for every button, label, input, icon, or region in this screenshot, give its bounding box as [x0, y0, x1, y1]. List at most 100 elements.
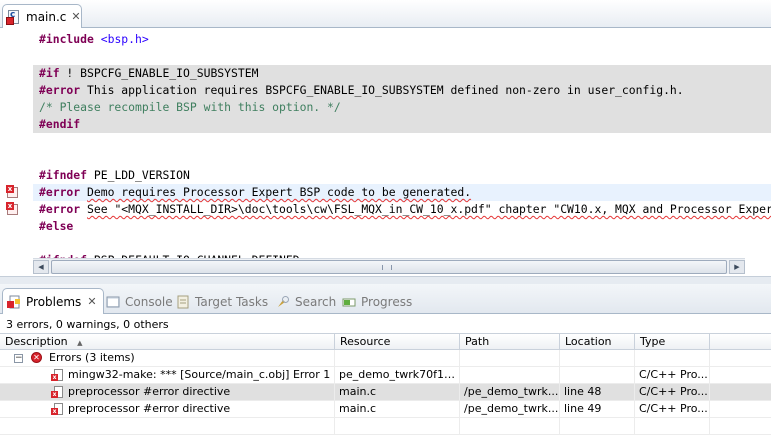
cell-location [560, 367, 635, 383]
table-row[interactable]: x preprocessor #error directive main.c/pe_… [0, 401, 771, 418]
problems-icon [7, 295, 21, 309]
empty-cell [0, 418, 335, 434]
cell-path: /pe_demo_twrk... [460, 401, 560, 417]
tab-target-tasks-label: Target Tasks [195, 295, 269, 309]
code-comment: /* Please recompile BSP with this option… [39, 100, 341, 114]
code-keyword: #error [39, 83, 81, 97]
cell-type: C/C++ Pro... [635, 384, 710, 400]
code-keyword: #error [39, 202, 81, 216]
code-area[interactable]: #include <bsp.h> #if ! BSPCFG_ENABLE_IO_S… [33, 29, 771, 259]
code-editor[interactable]: xx #include <bsp.h> #if ! BSPCFG_ENABLE_I… [0, 29, 771, 259]
tab-search-label: Search [295, 295, 337, 309]
error-icon: x [51, 369, 64, 382]
tab-target-tasks[interactable]: Target Tasks [176, 291, 268, 313]
code-keyword: #else [39, 219, 74, 233]
table-row[interactable]: x preprocessor #error directive main.c/pe_… [0, 384, 771, 401]
error-icon: x [51, 403, 64, 416]
empty-cell [460, 418, 560, 434]
tab-console[interactable]: Console [106, 291, 173, 313]
code-keyword: #error [39, 185, 81, 199]
error-icon: x [51, 386, 64, 399]
column-header-type[interactable]: Type [635, 334, 710, 350]
code-line[interactable] [33, 235, 771, 252]
empty-cell [635, 418, 710, 434]
code-line[interactable]: #if ! BSPCFG_ENABLE_IO_SUBSYSTEM [33, 65, 771, 82]
code-string: <bsp.h> [100, 32, 149, 46]
code-line[interactable]: #include <bsp.h> [33, 31, 771, 48]
column-header-filler [710, 334, 771, 350]
empty-cell [335, 418, 460, 434]
error-icon: ✕ [31, 352, 42, 363]
code-line[interactable]: #ifndef PE_LDD_VERSION [33, 167, 771, 184]
cell-description: preprocessor #error directive [64, 401, 335, 417]
editor-bottom-border [0, 276, 771, 284]
group-cell-resource [335, 350, 460, 366]
tree-group-errors[interactable]: − ✕ Errors (3 items) [0, 350, 771, 367]
code-line[interactable]: /* Please recompile BSP with this option… [33, 99, 771, 116]
cell-resource: pe_demo_twrk70f120m [335, 367, 460, 383]
code-text: Demo requires Processor Expert BSP code … [87, 185, 472, 199]
cell-path: /pe_demo_twrk... [460, 384, 560, 400]
editor-tab-main-c[interactable]: c main.c ✕ [2, 4, 82, 28]
empty-row [0, 418, 771, 435]
code-text: See "<MQX_INSTALL_DIR>\doc\tools\cw\FSL_… [87, 202, 771, 216]
cell-description: preprocessor #error directive [64, 384, 335, 400]
progress-icon [342, 295, 356, 309]
code-line[interactable] [33, 150, 771, 167]
scroll-right-arrow-icon[interactable]: ▶ [729, 260, 745, 274]
code-line[interactable] [33, 133, 771, 150]
code-line[interactable]: #error Demo requires Processor Expert BS… [33, 184, 771, 201]
scroll-left-arrow-icon[interactable]: ◀ [33, 260, 49, 274]
cell-location: line 48 [560, 384, 635, 400]
cell-path [460, 367, 560, 383]
scrollbar-thumb[interactable] [51, 260, 727, 274]
group-cell-location [560, 350, 635, 366]
sort-ascending-icon: ▲ [77, 339, 83, 347]
code-line[interactable]: #else [33, 218, 771, 235]
annotation-ruler[interactable]: xx [0, 29, 32, 259]
c-file-error-icon: c [6, 9, 22, 25]
group-cell-path [460, 350, 560, 366]
group-cell-type [635, 350, 710, 366]
error-marker-icon[interactable]: x [6, 202, 20, 216]
group-label: Errors (3 items) [45, 350, 335, 366]
problems-summary: 3 errors, 0 warnings, 0 others [6, 318, 169, 331]
error-marker-icon[interactable]: x [6, 185, 20, 199]
editor-tab-label: main.c [26, 9, 67, 24]
close-icon[interactable]: ✕ [71, 11, 80, 22]
tab-problems[interactable]: Problems ✕ [2, 288, 104, 314]
cell-resource: main.c [335, 401, 460, 417]
column-header-label: Description [5, 335, 68, 348]
column-header-location[interactable]: Location [560, 334, 635, 350]
column-header-description[interactable]: Description ▲ [0, 334, 335, 350]
tab-problems-label: Problems [26, 294, 82, 309]
code-line[interactable]: #endif [33, 116, 771, 133]
code-keyword: #endif [39, 117, 81, 131]
column-header-resource[interactable]: Resource [335, 334, 460, 350]
editor-horizontal-scrollbar[interactable]: ◀ ▶ [33, 258, 745, 274]
search-icon [276, 295, 290, 309]
code-line[interactable]: #error This application requires BSPCFG_… [33, 82, 771, 99]
collapse-icon[interactable]: − [14, 354, 23, 363]
code-keyword: #ifndef [39, 168, 88, 182]
code-line[interactable] [33, 48, 771, 65]
code-keyword: #include [39, 32, 94, 46]
tab-progress-label: Progress [361, 295, 413, 309]
editor-tab-strip: c main.c ✕ [0, 0, 771, 28]
table-header: Description ▲ Resource Path Location Typ… [0, 333, 771, 350]
tab-progress[interactable]: Progress [342, 291, 412, 313]
view-tab-strip: Problems ✕ Console Target Tasks Search P… [0, 284, 771, 314]
tab-search[interactable]: Search [276, 291, 336, 313]
code-keyword: #if [39, 66, 60, 80]
code-line[interactable]: #error See "<MQX_INSTALL_DIR>\doc\tools\… [33, 201, 771, 218]
table-row[interactable]: x mingw32-make: *** [Source/main_c.obj] E… [0, 367, 771, 384]
cell-type: C/C++ Pro... [635, 367, 710, 383]
code-text: PE_LDD_VERSION [87, 168, 190, 182]
problems-table[interactable]: Description ▲ Resource Path Location Typ… [0, 333, 771, 439]
column-header-path[interactable]: Path [460, 334, 560, 350]
close-icon[interactable]: ✕ [87, 295, 96, 308]
tab-console-label: Console [125, 295, 173, 309]
